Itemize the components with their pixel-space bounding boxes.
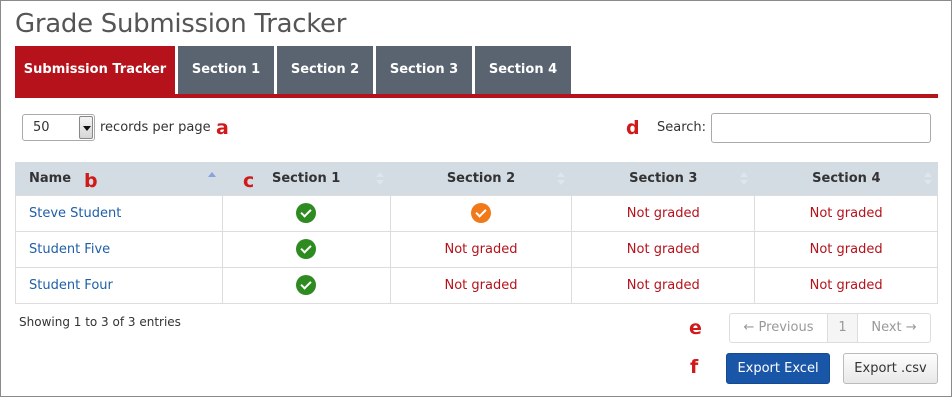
search-label: Search: xyxy=(657,120,707,135)
annotation-f: f xyxy=(690,356,699,378)
records-per-page-label: records per page xyxy=(100,120,211,135)
records-per-page-value: 50 xyxy=(33,120,50,135)
tab-underline xyxy=(15,94,938,98)
tab-section-4[interactable]: Section 4 xyxy=(475,46,571,94)
next-page-button[interactable]: Next → xyxy=(858,314,930,342)
sort-icon xyxy=(557,172,566,186)
page-title: Grade Submission Tracker xyxy=(15,9,347,39)
column-header-section-2[interactable]: Section 2 xyxy=(389,162,572,195)
table-row: Student Five Not graded Not graded Not grad… xyxy=(15,230,938,268)
column-header-section-4[interactable]: Section 4 xyxy=(754,162,938,195)
table-cell xyxy=(221,266,391,304)
check-circle-icon xyxy=(296,239,317,259)
column-header-name[interactable]: Name xyxy=(15,162,223,195)
not-graded-cell: Not graded xyxy=(571,194,756,232)
sort-ascending-icon xyxy=(207,172,216,186)
sort-icon xyxy=(740,172,749,186)
not-graded-cell: Not graded xyxy=(389,230,573,268)
pagination: ← Previous 1 Next → xyxy=(729,313,931,343)
table-header-row: Name Section 1 Section 2 Section 3 Secti… xyxy=(15,162,938,195)
table-body: Steve Student Not graded Not graded Student… xyxy=(15,194,938,304)
not-graded-cell: Not graded xyxy=(754,266,938,304)
records-per-page-select[interactable]: 50 xyxy=(22,114,95,141)
check-circle-icon xyxy=(296,275,317,295)
tab-submission-tracker[interactable]: Submission Tracker xyxy=(15,46,175,94)
export-excel-button[interactable]: Export Excel xyxy=(726,353,830,384)
annotation-e: e xyxy=(689,317,702,339)
check-circle-icon xyxy=(296,203,317,223)
tab-section-1[interactable]: Section 1 xyxy=(178,46,274,94)
table-row: Steve Student Not graded Not graded xyxy=(15,194,938,232)
tab-section-3[interactable]: Section 3 xyxy=(376,46,472,94)
search-input[interactable] xyxy=(711,113,931,143)
annotation-b: b xyxy=(84,170,98,192)
annotation-d: d xyxy=(626,117,640,139)
annotation-c: c xyxy=(243,170,255,192)
check-circle-icon xyxy=(470,203,491,223)
student-name-link[interactable]: Student Five xyxy=(15,230,223,268)
annotation-a: a xyxy=(216,117,229,139)
sort-icon xyxy=(923,172,932,186)
export-csv-button[interactable]: Export .csv xyxy=(843,353,938,384)
chevron-down-icon[interactable] xyxy=(79,116,93,139)
table-row: Student Four Not graded Not graded Not grad… xyxy=(15,266,938,304)
column-header-label: Section 3 xyxy=(629,170,698,186)
column-header-label: Section 4 xyxy=(812,170,881,186)
student-name-link[interactable]: Student Four xyxy=(15,266,223,304)
not-graded-cell: Not graded xyxy=(754,194,938,232)
not-graded-cell: Not graded xyxy=(754,230,938,268)
previous-page-button[interactable]: ← Previous xyxy=(730,314,828,342)
table-cell xyxy=(389,194,573,232)
student-name-link[interactable]: Steve Student xyxy=(15,194,223,232)
tab-bar: Submission Tracker Section 1 Section 2 S… xyxy=(15,46,574,94)
page-number-button[interactable]: 1 xyxy=(828,314,858,342)
table-cell xyxy=(221,194,391,232)
not-graded-cell: Not graded xyxy=(389,266,573,304)
not-graded-cell: Not graded xyxy=(571,230,756,268)
column-header-label: Section 1 xyxy=(272,170,341,186)
tab-section-2[interactable]: Section 2 xyxy=(277,46,373,94)
sort-icon xyxy=(375,172,384,186)
entries-info: Showing 1 to 3 of 3 entries xyxy=(19,315,181,329)
table-cell xyxy=(221,230,391,268)
column-header-label: Name xyxy=(29,170,72,186)
grades-table: Name Section 1 Section 2 Section 3 Secti… xyxy=(15,162,938,304)
column-header-section-3[interactable]: Section 3 xyxy=(571,162,755,195)
not-graded-cell: Not graded xyxy=(571,266,756,304)
column-header-label: Section 2 xyxy=(446,170,516,186)
